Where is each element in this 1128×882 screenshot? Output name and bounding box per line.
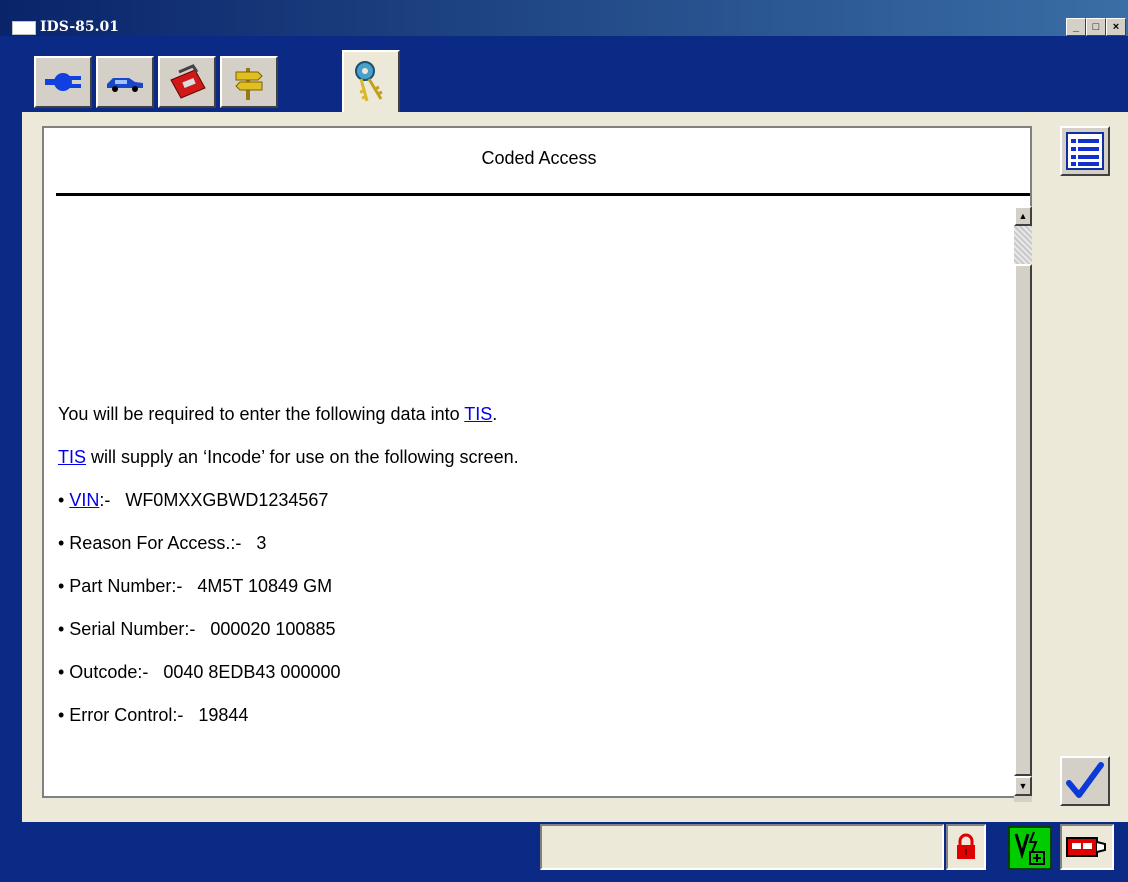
scroll-down-button[interactable]: ▼ xyxy=(1014,776,1032,796)
status-message-field xyxy=(540,824,944,870)
intro-text-2: will supply an ‘Incode’ for use on the f… xyxy=(86,447,519,467)
status-bar xyxy=(0,822,1128,882)
vin-value: :- WF0MXXGBWD1234567 xyxy=(99,490,329,510)
confirm-button[interactable] xyxy=(1060,756,1110,806)
coded-access-panel: Coded Access You will be required to ent… xyxy=(42,126,1032,802)
intro-line-2: TIS will supply an ‘Incode’ for use on t… xyxy=(58,447,998,467)
maximize-button[interactable]: □ xyxy=(1086,18,1106,36)
checkmark-icon xyxy=(1066,762,1104,798)
lock-status[interactable] xyxy=(946,824,986,870)
vin-item: • VIN:- WF0MXXGBWD1234567 xyxy=(58,490,998,510)
minimize-button[interactable]: _ xyxy=(1066,18,1086,36)
intro-line-1: You will be required to enter the follow… xyxy=(58,404,998,424)
signpost-icon xyxy=(235,68,263,100)
tis-link-2[interactable]: TIS xyxy=(58,447,86,467)
tab-strip xyxy=(0,36,1128,112)
tab-vehicle[interactable] xyxy=(96,56,154,108)
panel-title: Coded Access xyxy=(481,148,597,168)
keys-icon xyxy=(355,61,383,102)
window-title: IDS-85.01 xyxy=(40,19,119,35)
vci-connector-icon xyxy=(1066,837,1106,857)
close-button[interactable]: × xyxy=(1106,18,1126,36)
tab-coded-access[interactable] xyxy=(342,50,400,112)
title-bar: IDS-85.01 _ □ × xyxy=(0,0,1128,36)
part-number-item: • Part Number:- 4M5T 10849 GM xyxy=(58,576,333,596)
scroll-thumb[interactable] xyxy=(1014,264,1032,776)
tab-connection[interactable] xyxy=(34,56,92,108)
tab-navigation[interactable] xyxy=(220,56,278,108)
window-controls: _ □ × xyxy=(1066,18,1126,36)
instructions: You will be required to enter the follow… xyxy=(58,404,998,748)
app-icon xyxy=(12,21,36,35)
bullet: • xyxy=(58,490,70,510)
vehicle-battery-icon xyxy=(1014,831,1045,865)
vci-status[interactable] xyxy=(1060,824,1114,870)
tis-link[interactable]: TIS xyxy=(464,404,492,424)
intro-text: You will be required to enter the follow… xyxy=(58,404,465,424)
vehicle-icon xyxy=(107,78,143,92)
vin-link[interactable]: VIN xyxy=(69,490,99,510)
intro-period: . xyxy=(492,404,498,424)
scroll-up-button[interactable]: ▲ xyxy=(1014,206,1032,226)
tab-toolbox[interactable] xyxy=(158,56,216,108)
list-button[interactable] xyxy=(1060,126,1110,176)
connector-icon xyxy=(45,73,81,91)
vertical-scrollbar[interactable]: ▲ ▼ xyxy=(1014,206,1032,802)
padlock-icon xyxy=(957,833,975,859)
error-control-item: • Error Control:- 19844 xyxy=(58,705,249,725)
toolbox-icon xyxy=(170,64,206,99)
list-icon xyxy=(1066,132,1104,170)
main-area: Coded Access You will be required to ent… xyxy=(22,112,1128,822)
serial-number-item: • Serial Number:- 000020 100885 xyxy=(58,619,336,639)
scroll-track[interactable] xyxy=(1014,226,1032,264)
battery-status[interactable] xyxy=(1008,826,1052,870)
reason-item: • Reason For Access.:- 3 xyxy=(58,533,267,553)
outcode-item: • Outcode:- 0040 8EDB43 000000 xyxy=(58,662,341,682)
title-divider xyxy=(56,193,1030,196)
